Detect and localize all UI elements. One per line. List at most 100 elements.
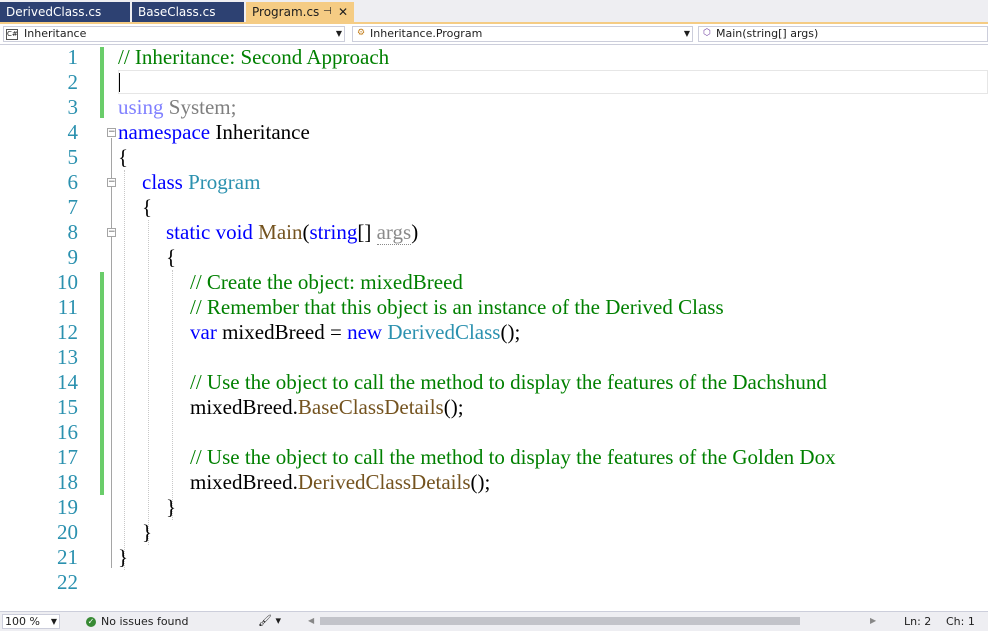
- pin-icon[interactable]: ⊣: [323, 2, 332, 22]
- code-text: mixedBreed.: [190, 470, 298, 494]
- tab-derivedclass[interactable]: DerivedClass.cs: [0, 2, 130, 22]
- tab-baseclass[interactable]: BaseClass.cs: [132, 2, 244, 22]
- class-name: DerivedClass: [387, 320, 501, 344]
- csharp-project-icon: C#: [6, 29, 18, 40]
- project-dropdown[interactable]: C# Inheritance ▼: [3, 26, 345, 42]
- code-line-17: // Use the object to call the method to …: [190, 445, 836, 469]
- code-line-10: // Create the object: mixedBreed: [190, 270, 463, 294]
- close-icon[interactable]: ✕: [338, 2, 348, 22]
- tab-label: Program.cs: [252, 5, 320, 19]
- issues-text: No issues found: [101, 615, 189, 628]
- method-name: BaseClassDetails: [297, 395, 444, 419]
- line-number: 20: [57, 520, 78, 544]
- punct: ();: [470, 470, 491, 494]
- code-line-11: // Remember that this object is an insta…: [190, 295, 724, 319]
- namespace-ref: System;: [163, 95, 237, 119]
- code-editor[interactable]: 1 2 3 4 5 6 7 8 9 10 11 12 13 14 15 16 1…: [0, 45, 988, 611]
- type-dropdown[interactable]: ⚙ Inheritance.Program ▼: [352, 26, 693, 42]
- line-indicator: Ln: 2: [904, 615, 932, 628]
- line-number: 2: [67, 70, 79, 94]
- method-icon: ⬡: [703, 28, 711, 38]
- code-text: mixedBreed.: [190, 395, 298, 419]
- punct: ();: [443, 395, 464, 419]
- code-line-21: }: [118, 545, 129, 569]
- keyword: class: [142, 170, 183, 194]
- issues-indicator[interactable]: ✓ No issues found: [86, 615, 188, 629]
- code-line-1: // Inheritance: Second Approach: [118, 45, 390, 69]
- tab-label: BaseClass.cs: [138, 5, 216, 19]
- line-number: 19: [57, 495, 78, 519]
- line-number: 12: [57, 320, 78, 344]
- indent-guide: [124, 170, 125, 570]
- keyword: static: [166, 220, 211, 244]
- brush-icon[interactable]: 🖌︎ ▾: [258, 614, 281, 628]
- line-number: 17: [57, 445, 78, 469]
- zoom-dropdown[interactable]: 100 % ▼: [2, 614, 60, 629]
- chevron-down-icon: ▼: [50, 617, 57, 626]
- tab-program[interactable]: Program.cs ⊣ ✕: [246, 2, 354, 22]
- class-name: Program: [188, 170, 261, 194]
- code-line-19: }: [166, 495, 177, 519]
- editor-status-bar: 100 % ▼ ✓ No issues found 🖌︎ ▾ ◀ ▶ Ln: 2 …: [0, 611, 988, 631]
- method-name: DerivedClassDetails: [297, 470, 471, 494]
- current-line-highlight: [118, 70, 988, 94]
- keyword: using: [118, 95, 164, 119]
- class-icon: ⚙: [356, 28, 366, 38]
- line-number: 8: [67, 220, 79, 244]
- collapse-class-toggle[interactable]: −: [107, 178, 116, 187]
- fold-line: [111, 138, 112, 568]
- punct: (: [302, 220, 310, 244]
- document-tab-strip: DerivedClass.cs BaseClass.cs Program.cs …: [0, 0, 988, 24]
- text-caret: [119, 73, 120, 92]
- line-number: 13: [57, 345, 78, 369]
- collapse-namespace-toggle[interactable]: −: [107, 128, 116, 137]
- line-number: 16: [57, 420, 78, 444]
- keyword: void: [215, 220, 253, 244]
- keyword: new: [347, 320, 383, 344]
- line-number: 21: [57, 545, 78, 569]
- keyword: var: [190, 320, 217, 344]
- change-marker: [100, 272, 104, 495]
- method-name: Main: [258, 220, 303, 244]
- member-label: Main(string[] args): [716, 27, 819, 40]
- scroll-right-icon[interactable]: ▶: [870, 614, 876, 628]
- scroll-left-icon[interactable]: ◀: [308, 614, 314, 628]
- project-label: Inheritance: [24, 27, 87, 40]
- line-number: 22: [57, 570, 78, 594]
- code-line-15: mixedBreed.BaseClassDetails();: [190, 395, 464, 420]
- code-line-6: class Program: [142, 170, 260, 195]
- code-line-5: {: [118, 145, 129, 169]
- change-marker: [100, 47, 104, 118]
- code-line-4: namespace Inheritance: [118, 120, 310, 145]
- chevron-down-icon: ▼: [683, 29, 690, 38]
- punct: []: [357, 220, 377, 244]
- line-number: 11: [57, 295, 78, 319]
- zoom-level: 100 %: [5, 615, 40, 628]
- indent-guide: [172, 270, 173, 520]
- parameter-name: args: [376, 220, 412, 245]
- line-number: 6: [67, 170, 79, 194]
- navigation-bar: C# Inheritance ▼ ⚙ Inheritance.Program ▼…: [0, 24, 988, 45]
- code-line-7: {: [142, 195, 153, 219]
- code-line-14: // Use the object to call the method to …: [190, 370, 827, 394]
- member-dropdown[interactable]: ⬡ Main(string[] args): [698, 26, 988, 42]
- line-number: 1: [67, 45, 79, 69]
- code-line-18: mixedBreed.DerivedClassDetails();: [190, 470, 490, 495]
- column-indicator: Ch: 1: [946, 615, 975, 628]
- keyword: string: [309, 220, 358, 244]
- line-number: 9: [67, 245, 79, 269]
- type-label: Inheritance.Program: [370, 27, 483, 40]
- punct: ): [411, 220, 419, 244]
- code-line-9: {: [166, 245, 177, 269]
- code-line-20: }: [142, 520, 153, 544]
- horizontal-scrollbar[interactable]: [320, 617, 800, 625]
- chevron-down-icon: ▼: [335, 29, 342, 38]
- line-number: 4: [67, 120, 79, 144]
- namespace-name: Inheritance: [210, 120, 310, 144]
- line-number: 18: [57, 470, 78, 494]
- line-number: 3: [67, 95, 79, 119]
- code-line-8: static void Main(string[] args): [166, 220, 418, 245]
- line-number: 14: [57, 370, 78, 394]
- collapse-method-toggle[interactable]: −: [107, 228, 116, 237]
- line-number: 5: [67, 145, 79, 169]
